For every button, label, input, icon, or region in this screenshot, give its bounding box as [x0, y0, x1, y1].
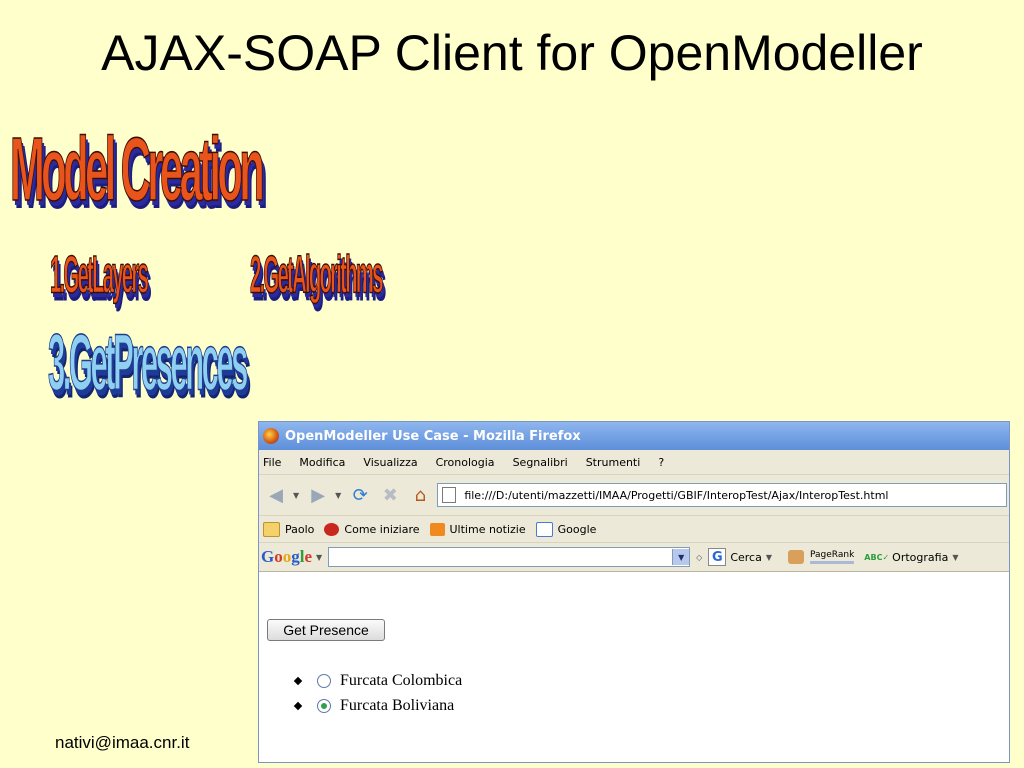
window-title: OpenModeller Use Case - Mozilla Firefox: [285, 428, 581, 444]
page-icon: [442, 487, 457, 503]
option-label: Furcata Boliviana: [340, 696, 455, 714]
radio-furcata-boliviana[interactable]: [317, 698, 331, 713]
rss-icon: [429, 522, 445, 536]
bookmark-come-iniziare[interactable]: Come iniziare: [324, 522, 420, 536]
bookmarks-toolbar: Paolo Come iniziare Ultime notizie Googl…: [259, 516, 1009, 543]
species-list: Furcata Colombica Furcata Boliviana: [293, 668, 463, 718]
forward-arrow-icon[interactable]: ▶: [305, 482, 331, 508]
footer-email: nativi@imaa.cnr.it: [55, 733, 190, 752]
list-item: Furcata Colombica: [293, 668, 463, 693]
menu-cronologia[interactable]: Cronologia: [436, 456, 495, 469]
menu-strumenti[interactable]: Strumenti: [586, 456, 641, 469]
reload-icon[interactable]: ⟳: [347, 482, 373, 508]
ortografia-button[interactable]: ABC✓ Ortografia ▼: [864, 551, 964, 564]
menu-help[interactable]: ?: [658, 456, 664, 469]
bookmark-label: Paolo: [285, 522, 315, 536]
bookmark-label: Come iniziare: [344, 522, 420, 536]
page-content: Get Presence Furcata Colombica Furcata B…: [259, 572, 1009, 762]
bookmark-label: Google: [557, 522, 597, 536]
menu-modifica[interactable]: Modifica: [299, 456, 345, 469]
menu-file[interactable]: File: [263, 456, 281, 469]
firefox-bookmark-icon: [324, 522, 340, 536]
bookmark-ultime-notizie[interactable]: Ultime notizie: [429, 522, 526, 536]
get-presence-button[interactable]: Get Presence: [267, 619, 385, 641]
google-logo[interactable]: Google: [261, 547, 312, 567]
ortografia-label: Ortografia: [892, 550, 949, 564]
stop-icon[interactable]: ✖: [377, 482, 403, 508]
browser-window: OpenModeller Use Case - Mozilla Firefox …: [258, 421, 1010, 763]
navigation-toolbar: ◀ ▼ ▶ ▼ ⟳ ✖ ⌂ file:///D:/utenti/mazzetti…: [259, 475, 1009, 516]
firefox-logo-icon: [263, 428, 279, 444]
home-icon[interactable]: ⌂: [407, 482, 433, 508]
wordart-get-presences: 3.GetPresences: [48, 317, 249, 408]
browser-titlebar: OpenModeller Use Case - Mozilla Firefox: [259, 422, 1009, 450]
cerca-label: Cerca: [730, 550, 762, 564]
folder-icon: [263, 521, 280, 537]
bookmark-google[interactable]: Google: [535, 521, 597, 537]
pagerank-label: PageRank: [810, 550, 854, 564]
pagerank-indicator[interactable]: PageRank: [788, 550, 854, 564]
menu-bar: File Modifica Visualizza Cronologia Segn…: [259, 450, 1009, 475]
google-menu-dropdown-icon[interactable]: ▼: [316, 553, 322, 562]
google-toolbar: Google ▼ ▼ ◇ G Cerca ▼ PageRank ABC✓ Ort…: [259, 543, 1009, 572]
pagerank-bar: [810, 561, 855, 564]
spellcheck-icon: ABC✓: [864, 552, 890, 562]
cerca-dropdown-icon[interactable]: ▼: [766, 553, 772, 562]
bullet-icon: [293, 676, 303, 685]
bookmark-label: Ultime notizie: [449, 522, 526, 536]
google-g-icon: G: [708, 548, 727, 566]
ortografia-dropdown-icon[interactable]: ▼: [952, 553, 958, 562]
radio-furcata-colombica[interactable]: [317, 673, 331, 688]
url-bar[interactable]: file:///D:/utenti/mazzetti/IMAA/Progetti…: [437, 483, 1007, 507]
back-dropdown-icon[interactable]: ▼: [293, 491, 299, 500]
menu-visualizza[interactable]: Visualizza: [363, 456, 417, 469]
back-arrow-icon[interactable]: ◀: [263, 482, 289, 508]
wordart-get-algorithms: 2.GetAlgorithms: [250, 245, 384, 305]
bullet-icon: [293, 701, 303, 710]
wordart-get-layers: 1.GetLayers: [50, 245, 149, 305]
search-dropdown-icon[interactable]: ▼: [672, 549, 690, 565]
forward-dropdown-icon[interactable]: ▼: [335, 491, 341, 500]
bookmark-paolo[interactable]: Paolo: [263, 521, 315, 537]
slide-title: AJAX-SOAP Client for OpenModeller: [101, 25, 923, 81]
google-icon: [535, 521, 553, 537]
cerca-button[interactable]: G Cerca ▼: [708, 548, 778, 566]
menu-segnalibri[interactable]: Segnalibri: [513, 456, 568, 469]
option-label: Furcata Colombica: [340, 671, 463, 689]
google-search-input[interactable]: ▼: [328, 547, 691, 567]
wordart-model-creation: Model Creation: [10, 119, 266, 221]
list-item: Furcata Boliviana: [293, 693, 462, 718]
popup-blocker-icon: [788, 550, 805, 564]
separator-icon: ◇: [696, 552, 703, 562]
pagerank-text: PageRank: [810, 550, 855, 560]
url-text: file:///D:/utenti/mazzetti/IMAA/Progetti…: [464, 488, 889, 502]
